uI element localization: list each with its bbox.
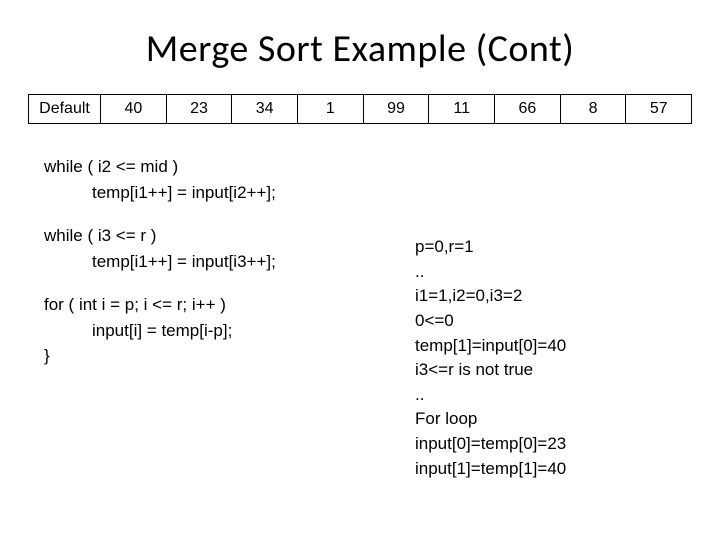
array-cell: 34	[231, 94, 297, 124]
trace-line: input[1]=temp[1]=40	[415, 457, 566, 482]
code-line: input[i] = temp[i-p];	[92, 318, 696, 344]
code-group: while ( i3 <= r ) temp[i1++] = input[i3+…	[44, 223, 696, 274]
array-cell: 1	[297, 94, 363, 124]
trace-line: temp[1]=input[0]=40	[415, 334, 566, 359]
trace-line: i1=1,i2=0,i3=2	[415, 284, 566, 309]
code-block: while ( i2 <= mid ) temp[i1++] = input[i…	[44, 154, 696, 369]
code-group: for ( int i = p; i <= r; i++ ) input[i] …	[44, 292, 696, 369]
array-cell: 57	[625, 94, 692, 124]
array-cell: 40	[100, 94, 166, 124]
trace-line: i3<=r is not true	[415, 358, 566, 383]
array-cell: 66	[494, 94, 560, 124]
trace-line: For loop	[415, 407, 566, 432]
code-line: }	[44, 343, 696, 369]
array-row: Default 40 23 34 1 99 11 66 8 57	[28, 94, 692, 124]
trace-line: ..	[415, 383, 566, 408]
array-cell: 23	[166, 94, 232, 124]
array-label: Default	[28, 94, 100, 124]
array-cell: 8	[560, 94, 626, 124]
code-line: while ( i2 <= mid )	[44, 154, 696, 180]
slide: Merge Sort Example (Cont) Default 40 23 …	[0, 0, 720, 540]
code-group: while ( i2 <= mid ) temp[i1++] = input[i…	[44, 154, 696, 205]
trace-line: p=0,r=1	[415, 235, 566, 260]
trace-block: p=0,r=1 .. i1=1,i2=0,i3=2 0<=0 temp[1]=i…	[415, 235, 566, 481]
trace-line: 0<=0	[415, 309, 566, 334]
array-cell: 11	[428, 94, 494, 124]
trace-line: input[0]=temp[0]=23	[415, 432, 566, 457]
code-line: temp[i1++] = input[i2++];	[92, 180, 696, 206]
code-line: for ( int i = p; i <= r; i++ )	[44, 292, 696, 318]
array-cell: 99	[363, 94, 429, 124]
page-title: Merge Sort Example (Cont)	[24, 26, 696, 72]
code-line: temp[i1++] = input[i3++];	[92, 249, 696, 275]
trace-line: ..	[415, 260, 566, 285]
code-line: while ( i3 <= r )	[44, 223, 696, 249]
